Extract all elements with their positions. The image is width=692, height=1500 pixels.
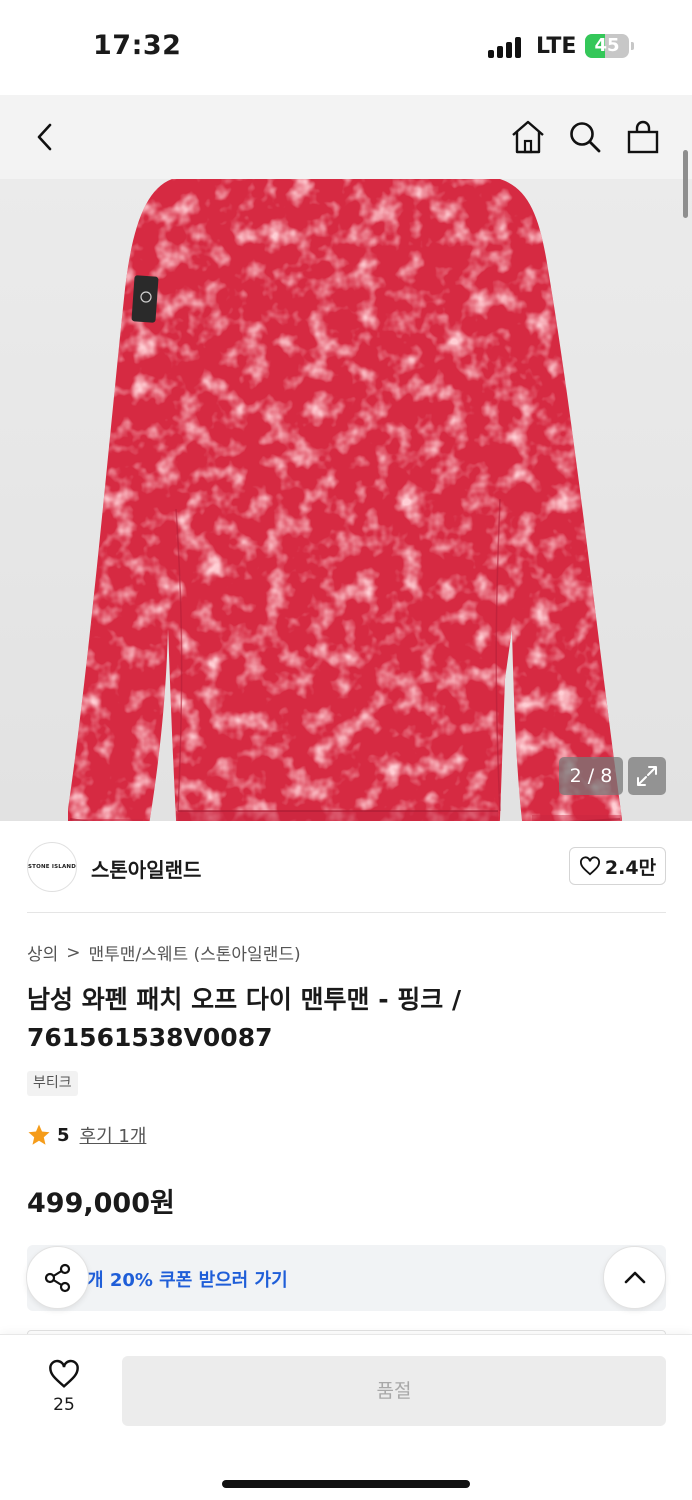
coupon-text[interactable]: 개 20% 쿠폰 받으러 가기 (87, 1266, 288, 1292)
breadcrumb: 상의 > 맨투맨/스웨트 (스톤아일랜드) (27, 940, 301, 966)
rating-score: 5 (57, 1124, 70, 1146)
top-nav (0, 95, 692, 179)
brand-like-count: 2.4만 (604, 856, 657, 879)
chevron-left-icon (37, 123, 52, 151)
breadcrumb-separator: > (66, 942, 81, 963)
brand-row[interactable]: STONE ISLAND 스톤아일랜드 2.4만 (0, 821, 692, 913)
wishlist-count: 25 (53, 1395, 75, 1415)
battery-icon: 45 (585, 34, 634, 58)
brand-logo-text: STONE ISLAND (28, 864, 77, 870)
home-button[interactable] (506, 115, 550, 159)
share-icon (44, 1263, 70, 1292)
sweatshirt-image (68, 179, 622, 821)
product-price: 499,000원 (27, 1188, 175, 1219)
back-button[interactable] (24, 115, 68, 159)
coupon-banner[interactable]: 개 20% 쿠폰 받으러 가기 (27, 1245, 666, 1311)
network-label: LTE (536, 34, 577, 59)
brand-name[interactable]: 스톤아일랜드 (91, 854, 201, 883)
brand-logo[interactable]: STONE ISLAND (27, 842, 77, 892)
battery-level: 45 (594, 35, 620, 56)
bottom-action-bar: 25 품절 (0, 1334, 692, 1500)
scroll-to-top-button[interactable] (603, 1246, 666, 1309)
review-link[interactable]: 후기 1개 (80, 1122, 147, 1148)
product-image-carousel[interactable] (0, 179, 692, 821)
home-indicator (222, 1480, 470, 1488)
divider (27, 912, 666, 913)
product-tag: 부티크 (27, 1071, 78, 1096)
status-bar: 17:32 LTE 45 (0, 0, 692, 95)
heart-icon (49, 1359, 79, 1388)
product-title: 남성 와펜 패치 오프 다이 맨투맨 - 핑크 / 761561538V0087 (27, 985, 462, 1052)
compass-badge (131, 275, 159, 323)
signal-icon (488, 36, 524, 58)
cart-button[interactable] (621, 115, 665, 159)
breadcrumb-category[interactable]: 상의 (27, 940, 58, 965)
status-time: 17:32 (93, 30, 182, 61)
scrollbar-thumb[interactable] (683, 150, 688, 218)
chevron-up-icon (624, 1271, 645, 1283)
rating: 5 후기 1개 (27, 1122, 146, 1148)
star-icon (28, 1124, 50, 1145)
wishlist-button[interactable]: 25 (34, 1359, 94, 1425)
soldout-button[interactable]: 품절 (122, 1356, 666, 1426)
image-counter: 2 / 8 (559, 757, 623, 795)
home-icon (512, 120, 544, 154)
search-button[interactable] (563, 115, 607, 159)
heart-icon (579, 856, 600, 876)
shopping-bag-icon (627, 120, 659, 154)
expand-icon (637, 766, 657, 786)
share-button[interactable] (26, 1246, 89, 1309)
breadcrumb-subcategory[interactable]: 맨투맨/스웨트 (스톤아일랜드) (89, 940, 301, 965)
expand-button[interactable] (628, 757, 666, 795)
brand-like-button[interactable]: 2.4만 (569, 847, 666, 885)
search-icon (570, 122, 601, 153)
